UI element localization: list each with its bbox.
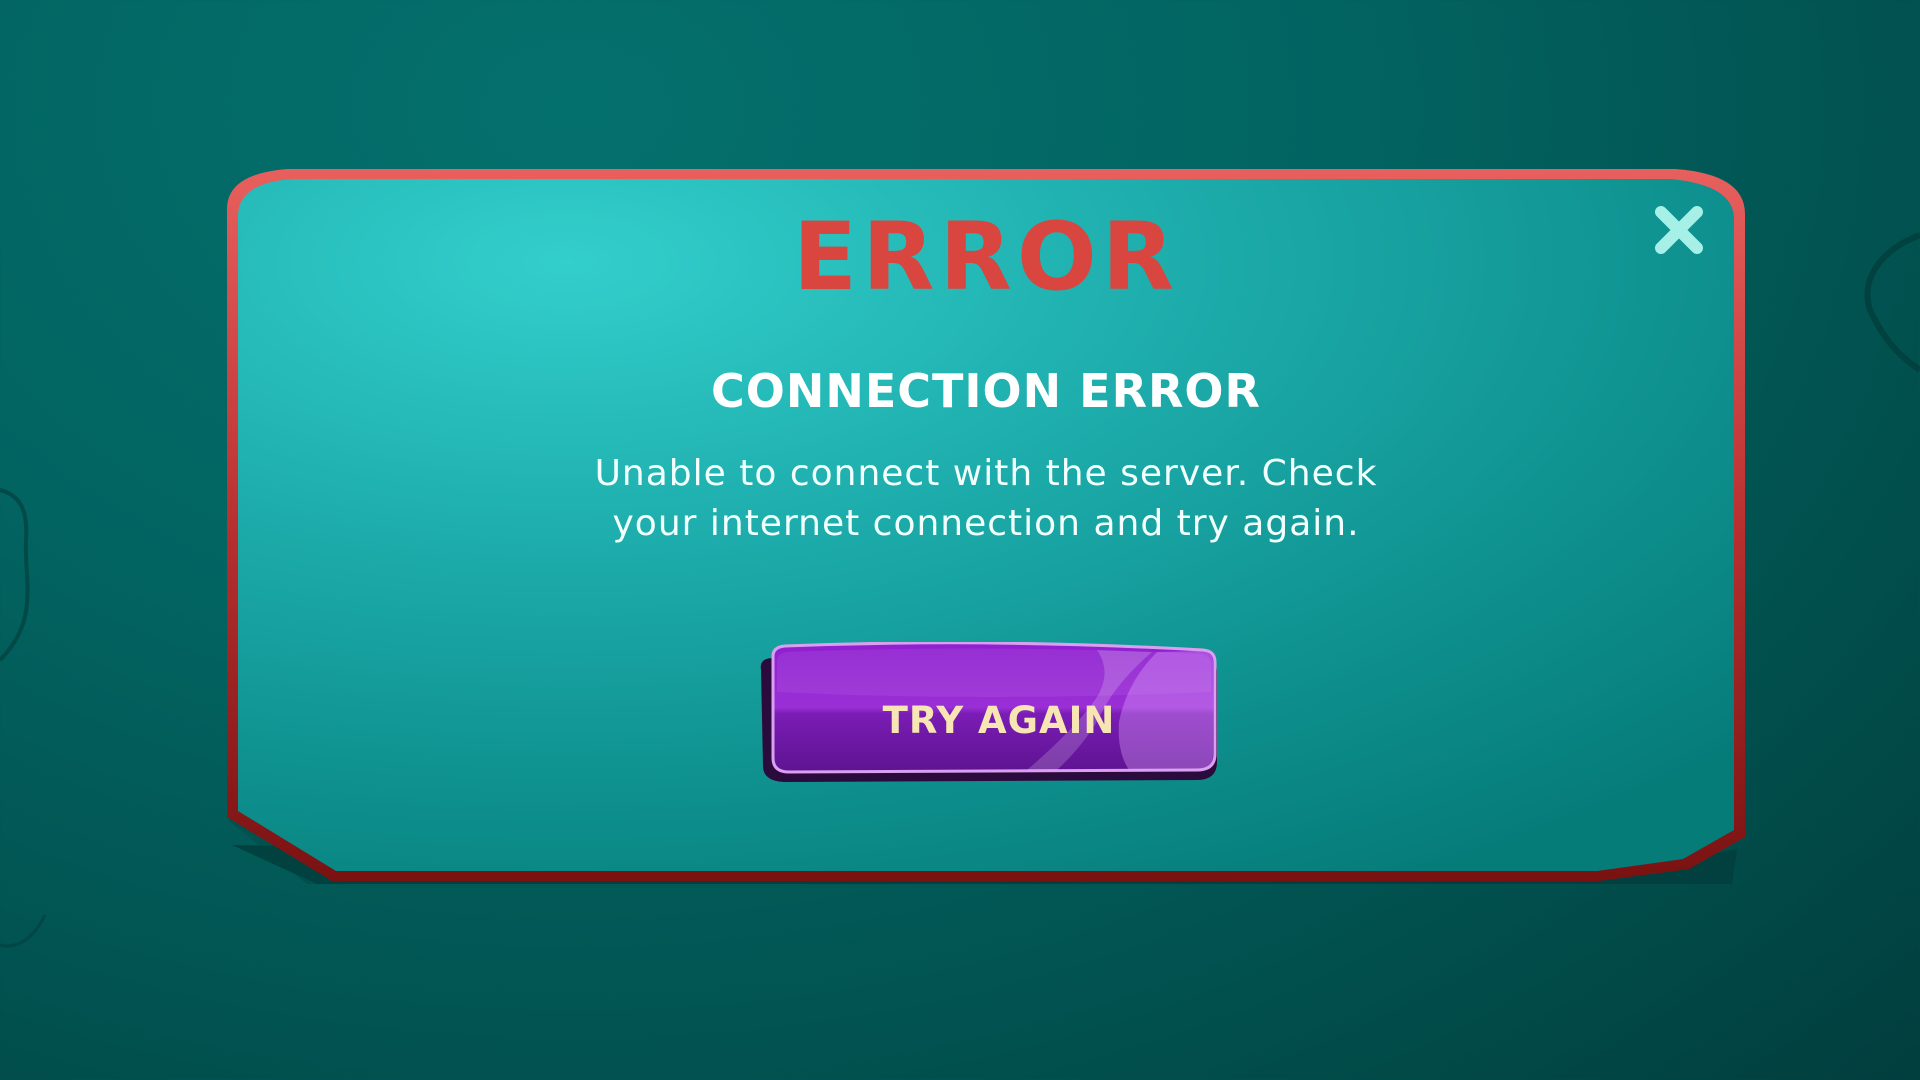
- close-button[interactable]: [1652, 203, 1706, 257]
- try-again-label: TRY AGAIN: [882, 699, 1116, 742]
- dialog-subtitle: CONNECTION ERROR: [711, 364, 1261, 418]
- close-icon: [1655, 206, 1703, 254]
- try-again-button[interactable]: TRY AGAIN: [757, 642, 1219, 790]
- dialog-title: ERROR: [792, 203, 1180, 312]
- error-dialog: ERROR CONNECTION ERROR Unable to connect…: [227, 169, 1745, 885]
- dialog-message: Unable to connect with the server. Check…: [594, 453, 1378, 544]
